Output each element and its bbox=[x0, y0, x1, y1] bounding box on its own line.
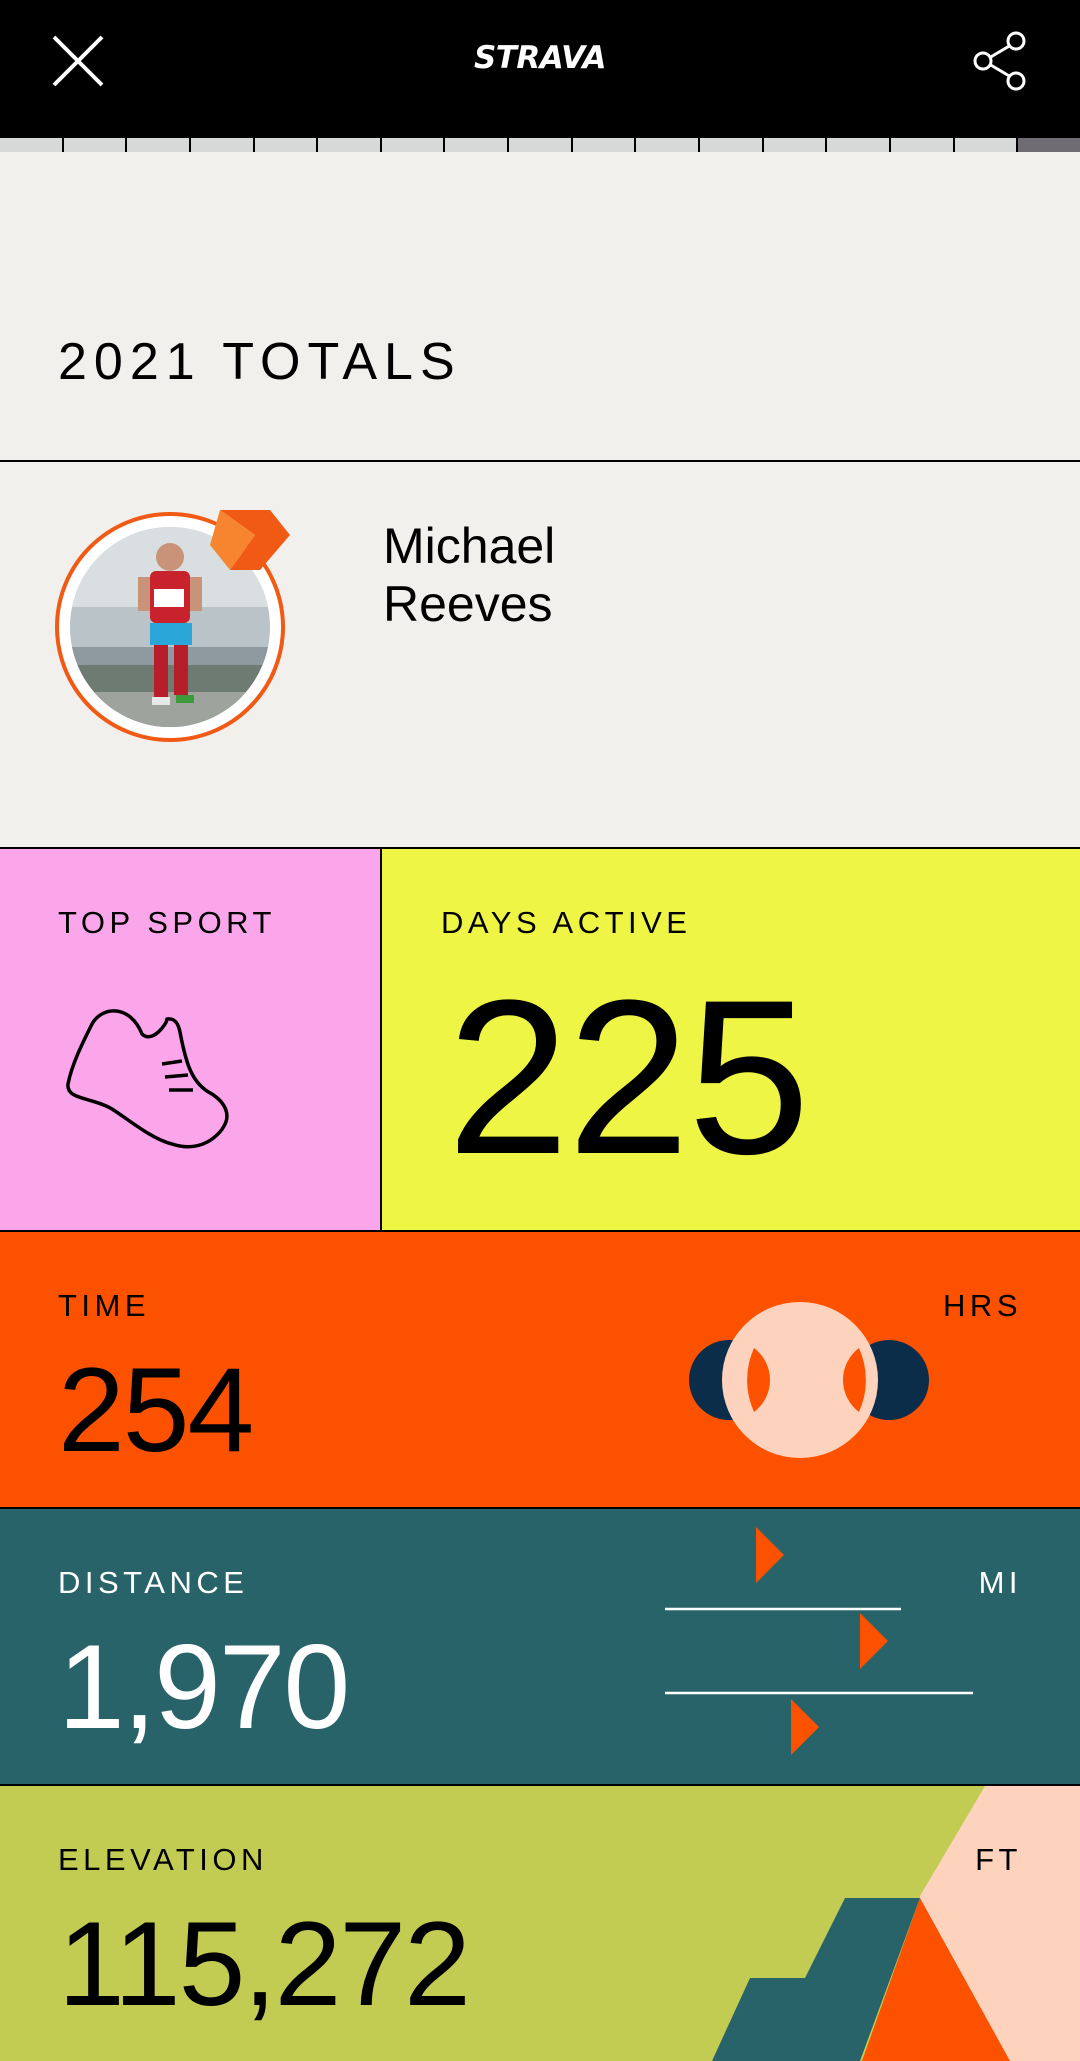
distance-row: DISTANCE MI 1,970 bbox=[0, 1509, 1080, 1786]
days-active-value: 225 bbox=[447, 954, 810, 1200]
share-icon[interactable] bbox=[970, 30, 1030, 92]
progress-segment bbox=[954, 138, 1017, 152]
time-label: TIME bbox=[58, 1288, 151, 1323]
athlete-first-name: Michael bbox=[383, 518, 556, 574]
progress-segment bbox=[318, 138, 380, 152]
top-sport-tile: TOP SPORT bbox=[0, 849, 382, 1232]
time-value: 254 bbox=[58, 1343, 254, 1477]
progress-segment bbox=[445, 138, 508, 152]
distance-unit: MI bbox=[978, 1565, 1022, 1600]
elevation-row: ELEVATION FT 115,272 bbox=[0, 1786, 1080, 2061]
elevation-value: 115,272 bbox=[58, 1897, 471, 2031]
progress-segment bbox=[572, 138, 635, 152]
distance-value: 1,970 bbox=[58, 1620, 350, 1754]
athlete-last-name: Reeves bbox=[383, 576, 553, 632]
progress-segment bbox=[254, 138, 317, 152]
strava-badge-icon bbox=[210, 510, 290, 570]
progress-segment bbox=[763, 138, 826, 152]
days-active-tile: DAYS ACTIVE 225 bbox=[382, 849, 1080, 1232]
time-circles-graphic bbox=[689, 1302, 929, 1458]
story-progress-bar bbox=[0, 138, 1080, 152]
progress-segment bbox=[1018, 138, 1080, 152]
running-shoe-icon bbox=[66, 1009, 229, 1149]
strava-logo: STRAVA bbox=[473, 40, 607, 76]
progress-segment bbox=[0, 138, 62, 152]
athlete-name: Michael Reeves bbox=[383, 517, 555, 633]
profile-section: Michael Reeves bbox=[0, 462, 1080, 849]
progress-segment bbox=[190, 138, 253, 152]
progress-segment bbox=[700, 138, 762, 152]
elevation-label: ELEVATION bbox=[58, 1842, 268, 1877]
progress-segment bbox=[63, 138, 126, 152]
progress-segment bbox=[890, 138, 953, 152]
distance-arrows-graphic bbox=[665, 1527, 973, 1755]
avatar bbox=[55, 510, 290, 744]
top-bar: STRAVA bbox=[0, 0, 1080, 138]
progress-segment bbox=[827, 138, 889, 152]
page-title: 2021 TOTALS bbox=[58, 333, 462, 391]
time-row: TIME HRS 254 bbox=[0, 1232, 1080, 1509]
totals-header: 2021 TOTALS bbox=[0, 152, 1080, 462]
days-active-label: DAYS ACTIVE bbox=[441, 905, 692, 940]
distance-label: DISTANCE bbox=[58, 1565, 249, 1600]
top-sport-label: TOP SPORT bbox=[58, 905, 276, 940]
progress-segment bbox=[381, 138, 444, 152]
progress-segment bbox=[127, 138, 189, 152]
time-unit: HRS bbox=[943, 1288, 1022, 1323]
progress-segment bbox=[509, 138, 571, 152]
progress-segment bbox=[636, 138, 699, 152]
elevation-unit: FT bbox=[975, 1842, 1022, 1877]
